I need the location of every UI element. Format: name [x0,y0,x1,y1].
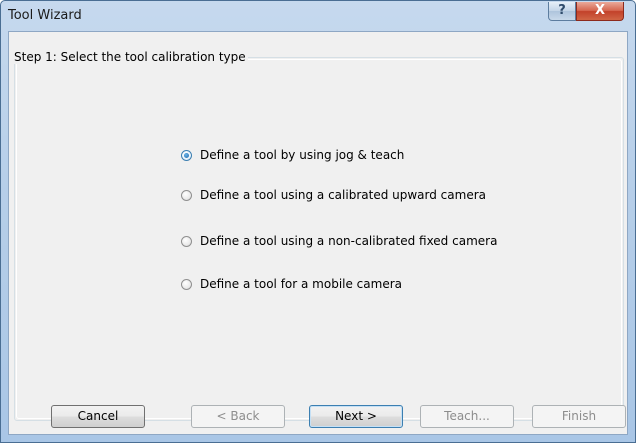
cancel-button[interactable]: Cancel [51,405,145,428]
option-mobile-camera[interactable]: Define a tool for a mobile camera [181,276,402,292]
radio-unchecked-icon[interactable] [181,235,192,247]
next-button[interactable]: Next > [309,405,403,428]
option-label: Define a tool by using jog & teach [200,148,405,162]
close-button[interactable]: X [576,2,624,21]
teach-button[interactable]: Teach... [420,405,514,428]
option-non-calibrated-fixed-camera[interactable]: Define a tool using a non-calibrated fix… [181,233,497,249]
close-icon: X [594,3,606,18]
option-label: Define a tool for a mobile camera [200,277,402,291]
title-bar[interactable]: Tool Wizard ? X [1,1,635,31]
radio-checked-icon[interactable] [181,149,192,161]
back-button[interactable]: < Back [191,405,285,428]
step-label: Step 1: Select the tool calibration type [12,50,248,64]
finish-button[interactable]: Finish [532,405,626,428]
radio-unchecked-icon[interactable] [181,278,192,290]
help-icon: ? [558,3,566,18]
help-button[interactable]: ? [548,2,576,21]
option-label: Define a tool using a non-calibrated fix… [200,234,498,248]
tool-wizard-window: Tool Wizard ? X Step 1: Select the tool … [0,0,636,443]
dialog-client-area: Step 1: Select the tool calibration type… [8,31,628,435]
option-calibrated-upward-camera[interactable]: Define a tool using a calibrated upward … [181,187,486,203]
window-title: Tool Wizard [8,8,82,23]
option-jog-teach[interactable]: Define a tool by using jog & teach [181,147,404,163]
option-label: Define a tool using a calibrated upward … [200,188,486,202]
radio-unchecked-icon[interactable] [181,189,192,201]
